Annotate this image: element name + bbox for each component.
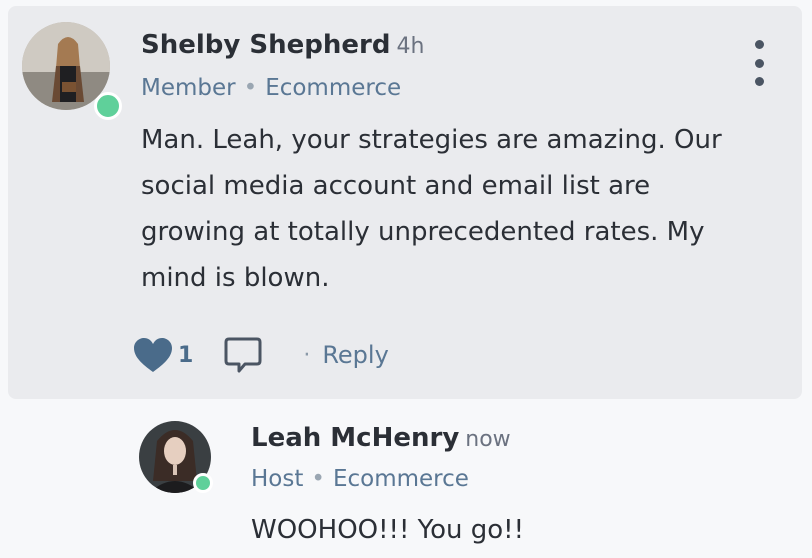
comment-body-line: growing at totally unprecedented rates. … [141, 217, 705, 247]
more-vertical-icon-dot [754, 77, 764, 86]
comment-body-line: social media account and email list are [141, 171, 651, 201]
online-status-dot [193, 473, 213, 493]
online-status-dot [94, 92, 122, 120]
reply-avatar[interactable] [139, 421, 213, 493]
comment-body: Man. Leah, your strategies are amazing. … [141, 117, 722, 301]
meta-separator: • [311, 466, 325, 492]
comment-body-line: mind is blown. [141, 263, 330, 293]
comment-bubble-icon [224, 337, 262, 373]
meta-separator: • [243, 75, 258, 101]
timestamp: 4h [396, 34, 425, 59]
heart-icon [134, 338, 172, 372]
role-label: Member [141, 75, 236, 101]
reply-author-name[interactable]: Leah McHenry now [251, 423, 511, 453]
like-count: 1 [178, 342, 194, 368]
author-meta: Member • Ecommerce [141, 75, 401, 101]
more-options-button[interactable] [748, 40, 770, 86]
more-vertical-icon [754, 40, 764, 49]
action-separator: · [303, 342, 311, 368]
comment-actions: 1 · Reply [132, 333, 389, 377]
reply-author-meta: Host • Ecommerce [251, 466, 469, 492]
reply-timestamp: now [465, 427, 511, 452]
comment-button[interactable] [223, 335, 263, 375]
reply-role-label: Host [251, 466, 304, 492]
like-button[interactable]: 1 [132, 336, 223, 374]
more-vertical-icon-dot [754, 58, 764, 68]
author-name[interactable]: Shelby Shepherd 4h [141, 30, 424, 60]
reply-group-link[interactable]: Ecommerce [333, 466, 469, 492]
author-name-text: Shelby Shepherd [141, 30, 391, 60]
reply-button[interactable]: Reply [322, 341, 388, 369]
reply-author-name-text: Leah McHenry [251, 423, 460, 453]
reply-body: WOOHOO!!! You go!! [251, 515, 524, 545]
group-link[interactable]: Ecommerce [265, 75, 401, 101]
comment-body-line: Man. Leah, your strategies are amazing. … [141, 125, 722, 155]
